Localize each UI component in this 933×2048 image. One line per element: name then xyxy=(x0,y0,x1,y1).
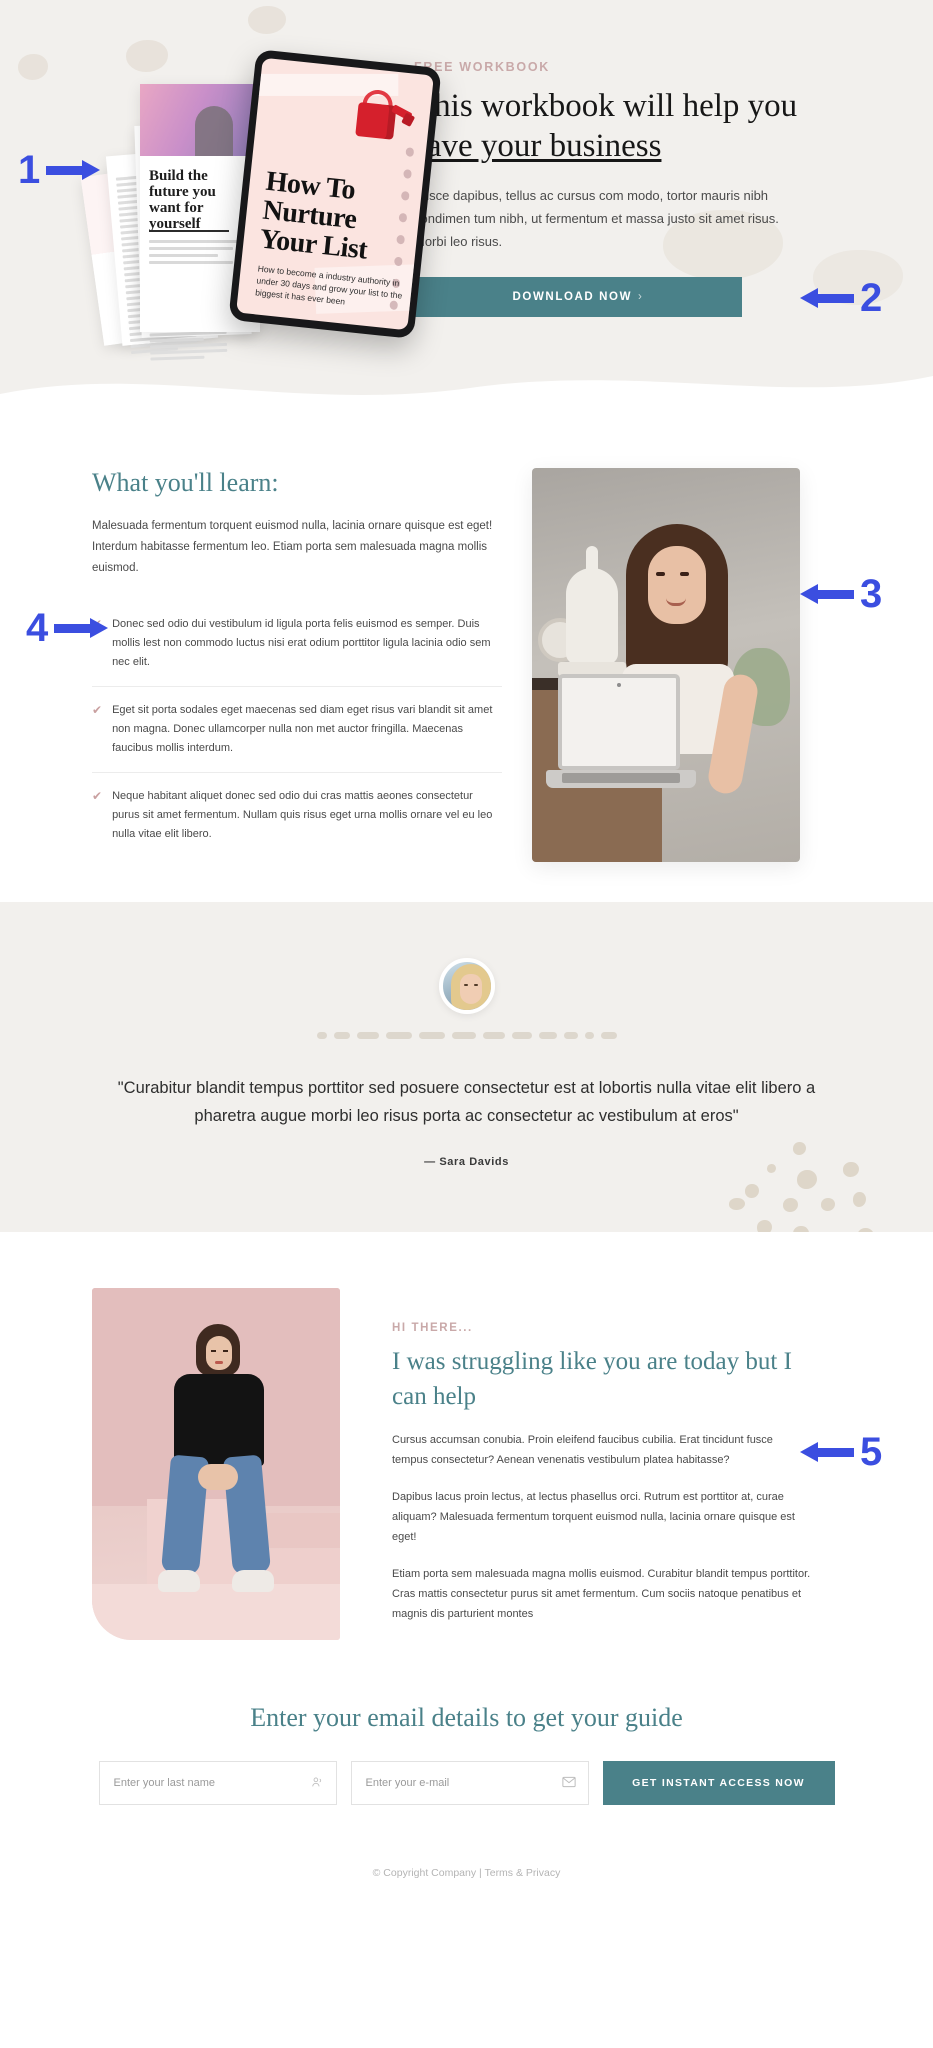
learn-image-wrap xyxy=(532,468,858,862)
tablet-device: How To Nurture Your List How to become a… xyxy=(228,49,442,339)
decor-dot-cluster xyxy=(729,1142,905,1232)
callout-number: 2 xyxy=(860,276,883,320)
callout-marker-5: 5 xyxy=(800,1432,882,1472)
watering-can-icon xyxy=(349,88,416,141)
download-button-label: DOWNLOAD NOW xyxy=(512,291,633,303)
download-now-button[interactable]: DOWNLOAD NOW › xyxy=(414,277,742,317)
story-paragraph: Etiam porta sem malesuada magna mollis e… xyxy=(392,1568,811,1620)
sheet-cover-photo xyxy=(140,84,260,156)
callout-number: 5 xyxy=(860,1430,883,1474)
last-name-input[interactable] xyxy=(99,1762,336,1804)
arrow-right-icon xyxy=(54,618,109,638)
user-icon xyxy=(311,1776,324,1791)
ebook-title: How To Nurture Your List xyxy=(258,165,369,266)
hero-copy: FREE WORKBOOK This workbook will help yo… xyxy=(414,52,834,317)
learn-content: What you'll learn: Malesuada fermentum t… xyxy=(92,468,532,862)
envelope-icon xyxy=(561,1776,576,1790)
last-name-field-wrap xyxy=(98,1761,337,1805)
story-paragraph: Dapibus lacus proin lectus, at lectus ph… xyxy=(392,1491,795,1543)
learn-section: What you'll learn: Malesuada fermentum t… xyxy=(0,412,933,902)
callout-number: 1 xyxy=(18,148,41,192)
signup-form: GET INSTANT ACCESS NOW xyxy=(0,1761,933,1805)
hero-title-emphasis: save your business xyxy=(414,128,662,164)
story-content: HI THERE... I was struggling like you ar… xyxy=(392,1288,822,1641)
woman-sitting-photo xyxy=(92,1288,340,1640)
testimonial-section: "Curabitur blandit tempus porttitor sed … xyxy=(0,902,933,1232)
list-item-text: Neque habitant aliquet donec sed odio du… xyxy=(112,790,493,840)
email-input[interactable] xyxy=(351,1762,588,1804)
decor-dash-row xyxy=(0,1030,933,1040)
hero-wave-divider xyxy=(0,376,933,412)
hero-title-text: This workbook will help you xyxy=(414,88,798,124)
story-section: HI THERE... I was struggling like you ar… xyxy=(0,1232,933,1681)
email-field-wrap xyxy=(350,1761,589,1805)
story-heading: I was struggling like you are today but … xyxy=(392,1348,792,1410)
hero-eyebrow: FREE WORKBOOK xyxy=(414,60,550,74)
signup-heading: Enter your email details to get your gui… xyxy=(250,1703,683,1732)
list-item: ✔ Neque habitant aliquet donec sed odio … xyxy=(92,773,502,858)
hero-section: Build the future you want for yourself H… xyxy=(0,0,933,412)
list-item-text: Donec sed odio dui vestibulum id ligula … xyxy=(112,618,491,668)
sheet-divider xyxy=(149,230,229,232)
signup-section: Enter your email details to get your gui… xyxy=(0,1681,933,1831)
laptop-mockup xyxy=(546,674,696,794)
callout-marker-2: 2 xyxy=(800,278,882,318)
callout-marker-4: 4 xyxy=(26,606,109,650)
story-paragraph: Cursus accumsan conubia. Proin eleifend … xyxy=(392,1434,773,1466)
copyright-text: © Copyright Company | Terms & Privacy xyxy=(372,1867,561,1879)
arrow-left-icon xyxy=(800,288,854,308)
story-eyebrow: HI THERE... xyxy=(392,1322,473,1334)
chevron-right-icon: › xyxy=(638,291,644,303)
check-icon: ✔ xyxy=(92,789,103,803)
hero-product-image: Build the future you want for yourself H… xyxy=(80,49,442,361)
page-footer: © Copyright Company | Terms & Privacy xyxy=(0,1831,933,1909)
list-item-text: Eget sit porta sodales eget maecenas sed… xyxy=(112,704,493,754)
avatar xyxy=(438,958,495,1014)
callout-marker-3: 3 xyxy=(800,574,882,614)
arrow-left-icon xyxy=(800,584,854,604)
page-title: This workbook will help you save your bu… xyxy=(414,86,834,166)
check-icon: ✔ xyxy=(92,703,103,717)
hero-body-text: Fusce dapibus, tellus ac cursus com modo… xyxy=(414,188,779,249)
learn-intro-text: Malesuada fermentum torquent euismod nul… xyxy=(92,520,493,574)
list-item: ✔ Donec sed odio dui vestibulum id ligul… xyxy=(92,601,502,687)
tablet-screen: How To Nurture Your List How to become a… xyxy=(236,57,434,331)
arrow-left-icon xyxy=(800,1442,854,1462)
arrow-right-icon xyxy=(46,160,101,180)
sheet-headline: Build the future you want for yourself xyxy=(149,168,216,232)
placeholder-lines xyxy=(149,240,245,268)
callout-marker-1: 1 xyxy=(18,148,101,192)
story-image-wrap xyxy=(92,1288,392,1652)
landing-page: Build the future you want for yourself H… xyxy=(0,0,933,1909)
callout-number: 3 xyxy=(860,572,883,616)
learn-heading: What you'll learn: xyxy=(92,468,279,497)
callout-number: 4 xyxy=(26,606,49,650)
woman-with-laptop-photo xyxy=(532,468,800,862)
get-instant-access-button[interactable]: GET INSTANT ACCESS NOW xyxy=(602,1761,835,1805)
testimonial-quote: "Curabitur blandit tempus porttitor sed … xyxy=(117,1079,816,1125)
list-item: ✔ Eget sit porta sodales eget maecenas s… xyxy=(92,687,502,773)
